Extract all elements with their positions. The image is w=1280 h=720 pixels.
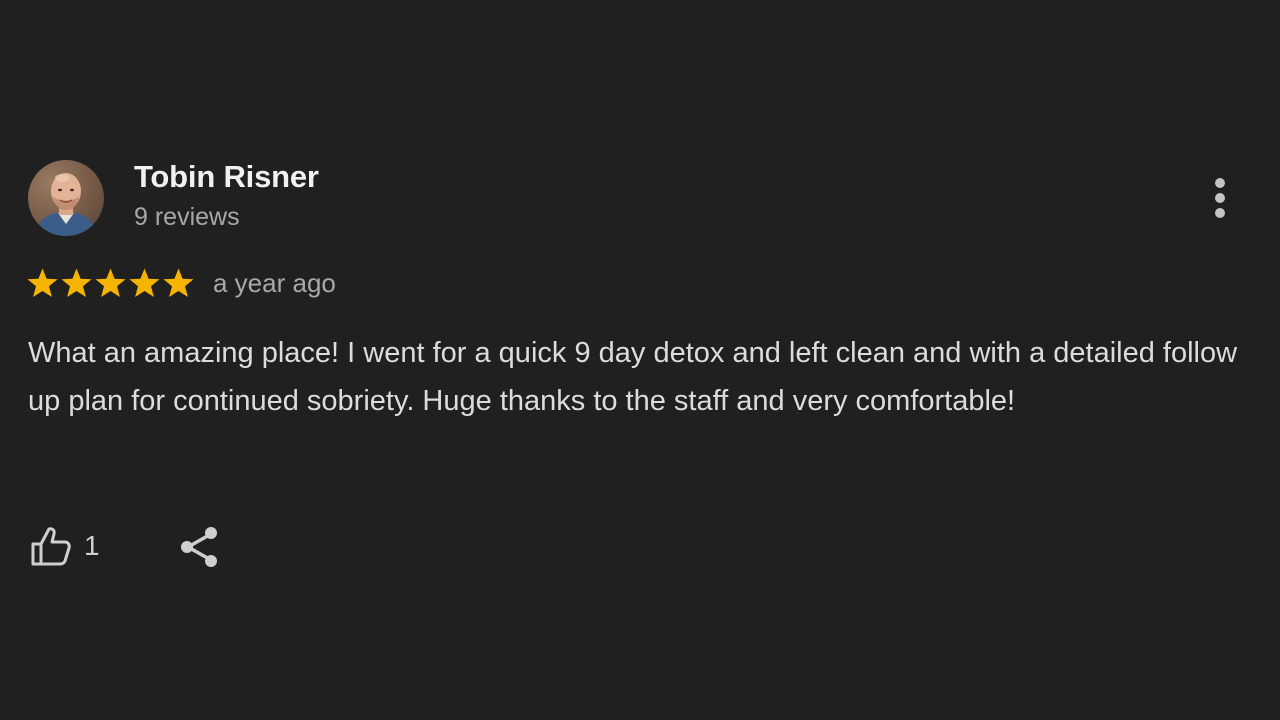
rating-row: a year ago [26,264,336,302]
author-review-count[interactable]: 9 reviews [134,203,240,232]
review-card: Tobin Risner 9 reviews a year ago What a… [0,0,1280,720]
review-time: a year ago [213,267,336,298]
review-text: What an amazing place! I went for a quic… [28,337,1238,417]
author-avatar[interactable] [28,160,104,236]
star-filled-icon [61,268,92,297]
star-filled-icon [27,268,58,297]
more-options-button[interactable] [1200,174,1240,222]
star-rating [26,266,196,300]
like-count: 1 [84,530,100,561]
share-icon [180,527,217,567]
more-vertical-icon [1215,178,1225,218]
review-actions: 1 [28,518,222,574]
star-filled-icon [95,268,126,297]
star-filled-icon [163,268,194,297]
share-button[interactable] [178,523,222,569]
thumbs-up-icon [31,527,71,566]
like-button[interactable]: 1 [28,523,100,569]
star-filled-icon [129,268,160,297]
author-name[interactable]: Tobin Risner [134,159,319,195]
